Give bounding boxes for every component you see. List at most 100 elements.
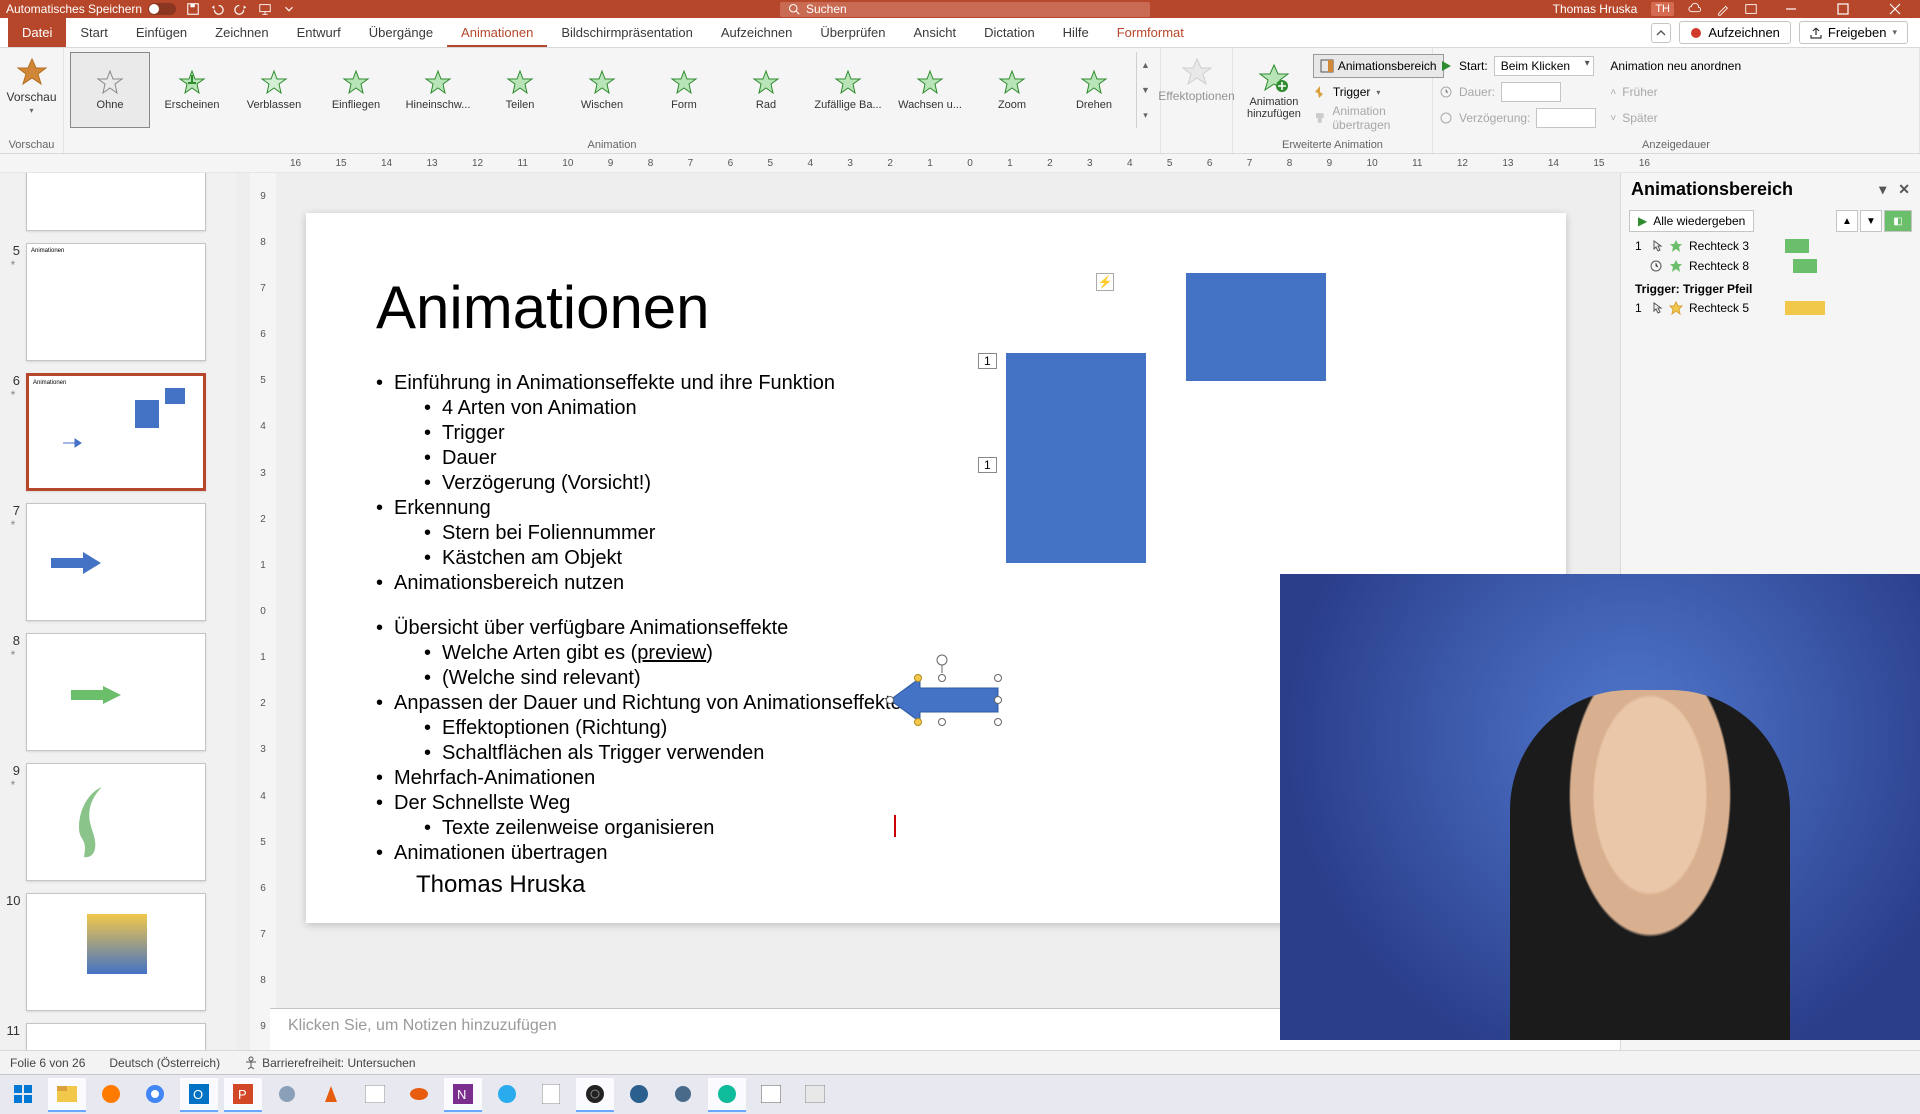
- start-dropdown[interactable]: Beim Klicken: [1494, 56, 1594, 76]
- anchor-icon[interactable]: ⚡: [1096, 273, 1114, 291]
- user-initials[interactable]: TH: [1651, 2, 1674, 16]
- anim-item-2[interactable]: Rechteck 8: [1621, 256, 1920, 276]
- pane-close-icon[interactable]: ✕: [1898, 181, 1910, 198]
- obs-icon[interactable]: [576, 1078, 614, 1112]
- bullet[interactable]: Stern bei Foliennummer: [376, 522, 1496, 545]
- onenote-icon[interactable]: N: [444, 1078, 482, 1112]
- app-icon-8[interactable]: [796, 1078, 834, 1112]
- effect-appear[interactable]: Erscheinen: [152, 52, 232, 128]
- thumbnails-scrollbar[interactable]: [236, 173, 250, 1050]
- effect-fade[interactable]: Verblassen: [234, 52, 314, 128]
- duration-spin[interactable]: [1501, 82, 1561, 102]
- start-menu[interactable]: [4, 1078, 42, 1112]
- record-button[interactable]: Aufzeichnen: [1679, 21, 1791, 44]
- tab-design[interactable]: Entwurf: [283, 18, 355, 47]
- tab-record[interactable]: Aufzeichnen: [707, 18, 807, 47]
- anim-item-1[interactable]: 1 Rechteck 3: [1621, 236, 1920, 256]
- move-down-icon[interactable]: ▼: [1860, 210, 1882, 232]
- more-icon[interactable]: [282, 2, 296, 16]
- shape-arrow-selected[interactable]: [890, 678, 1000, 722]
- app-icon-3[interactable]: [400, 1078, 438, 1112]
- anim-tag-2[interactable]: 1: [978, 457, 997, 473]
- app-icon-2[interactable]: [356, 1078, 394, 1112]
- tab-shape-format[interactable]: Formformat: [1103, 18, 1198, 47]
- app-icon-4[interactable]: [532, 1078, 570, 1112]
- undo-icon[interactable]: [210, 2, 224, 16]
- effect-options-button[interactable]: Effektoptionen: [1167, 52, 1226, 107]
- windows-taskbar[interactable]: O P N: [0, 1074, 1920, 1114]
- bullet[interactable]: Trigger: [376, 422, 1496, 445]
- tab-review[interactable]: Überprüfen: [806, 18, 899, 47]
- bullet[interactable]: Dauer: [376, 447, 1496, 470]
- ribbon-collapse-icon[interactable]: [1651, 23, 1671, 43]
- effect-wheel[interactable]: Rad: [726, 52, 806, 128]
- telegram-icon[interactable]: [488, 1078, 526, 1112]
- bullet[interactable]: 4 Arten von Animation: [376, 397, 1496, 420]
- thumbnail-9[interactable]: [26, 763, 206, 881]
- close-button[interactable]: [1876, 0, 1914, 18]
- save-icon[interactable]: [186, 2, 200, 16]
- preview-button[interactable]: Vorschau ▾: [6, 52, 57, 119]
- animation-gallery[interactable]: Ohne Erscheinen Verblassen Einfliegen Hi…: [70, 52, 1154, 128]
- thumbnail-6[interactable]: Animationen: [26, 373, 206, 491]
- bullet[interactable]: Kästchen am Objekt: [376, 547, 1496, 570]
- powerpoint-icon[interactable]: P: [224, 1078, 262, 1112]
- effect-randombars[interactable]: Zufällige Ba...: [808, 52, 888, 128]
- effect-spin[interactable]: Drehen: [1054, 52, 1134, 128]
- pane-view-icon[interactable]: ◧: [1884, 210, 1912, 232]
- autosave-toggle[interactable]: Automatisches Speichern: [6, 2, 176, 16]
- tab-animations[interactable]: Animationen: [447, 18, 547, 47]
- thumbnail-10[interactable]: [26, 893, 206, 1011]
- thumbnail-11[interactable]: ♡: [26, 1023, 206, 1050]
- thumbnail-5[interactable]: Animationen: [26, 243, 206, 361]
- thumbnail-8[interactable]: [26, 633, 206, 751]
- window-icon[interactable]: [1744, 2, 1758, 16]
- share-button[interactable]: Freigeben ▾: [1799, 21, 1908, 44]
- tab-help[interactable]: Hilfe: [1049, 18, 1103, 47]
- tab-slideshow[interactable]: Bildschirmpräsentation: [547, 18, 707, 47]
- effect-none[interactable]: Ohne: [70, 52, 150, 128]
- slide-thumbnails[interactable]: 5*Animationen 6*Animationen 7* 8* 9* 10 …: [0, 173, 236, 1050]
- explorer-icon[interactable]: [48, 1078, 86, 1112]
- effect-split[interactable]: Teilen: [480, 52, 560, 128]
- redo-icon[interactable]: [234, 2, 248, 16]
- bullet[interactable]: Erkennung: [376, 497, 1496, 520]
- shape-rect-small[interactable]: [1186, 273, 1326, 381]
- accessibility[interactable]: Barrierefreiheit: Untersuchen: [244, 1056, 415, 1070]
- app-icon-6[interactable]: [664, 1078, 702, 1112]
- tab-view[interactable]: Ansicht: [899, 18, 970, 47]
- gallery-scroll[interactable]: ▲▼▾: [1136, 52, 1154, 128]
- effect-flyin[interactable]: Einfliegen: [316, 52, 396, 128]
- user-name[interactable]: Thomas Hruska: [1553, 2, 1638, 16]
- slide-counter[interactable]: Folie 6 von 26: [10, 1056, 85, 1070]
- shape-rect-tall[interactable]: [1006, 353, 1146, 563]
- firefox-icon[interactable]: [92, 1078, 130, 1112]
- tab-start[interactable]: Start: [66, 18, 121, 47]
- bullet[interactable]: Einführung in Animationseffekte und ihre…: [376, 372, 1496, 395]
- app-icon-7[interactable]: [752, 1078, 790, 1112]
- anim-trigger-item-1[interactable]: 1 Rechteck 5: [1621, 298, 1920, 318]
- tab-transitions[interactable]: Übergänge: [355, 18, 447, 47]
- maximize-button[interactable]: [1824, 0, 1862, 18]
- bullet[interactable]: Verzögerung (Vorsicht!): [376, 472, 1496, 495]
- outlook-icon[interactable]: O: [180, 1078, 218, 1112]
- search-box[interactable]: Suchen: [780, 2, 1150, 17]
- add-animation-button[interactable]: Animation hinzufügen: [1239, 52, 1309, 130]
- edge-icon[interactable]: [708, 1078, 746, 1112]
- pen-icon[interactable]: [1716, 2, 1730, 16]
- effect-wipe[interactable]: Wischen: [562, 52, 642, 128]
- cloud-icon[interactable]: [1688, 2, 1702, 16]
- move-up-icon[interactable]: ▲: [1836, 210, 1858, 232]
- delay-spin[interactable]: [1536, 108, 1596, 128]
- app-icon-1[interactable]: [268, 1078, 306, 1112]
- slide-title[interactable]: Animationen: [376, 273, 1496, 342]
- pane-options-icon[interactable]: ▾: [1879, 181, 1886, 198]
- tab-dictation[interactable]: Dictation: [970, 18, 1049, 47]
- start-show-icon[interactable]: [258, 2, 272, 16]
- vlc-icon[interactable]: [312, 1078, 350, 1112]
- app-icon-5[interactable]: [620, 1078, 658, 1112]
- animation-pane-toggle[interactable]: Animationsbereich: [1313, 54, 1444, 78]
- chrome-icon[interactable]: [136, 1078, 174, 1112]
- thumbnail-7[interactable]: [26, 503, 206, 621]
- effect-floatin[interactable]: Hineinschw...: [398, 52, 478, 128]
